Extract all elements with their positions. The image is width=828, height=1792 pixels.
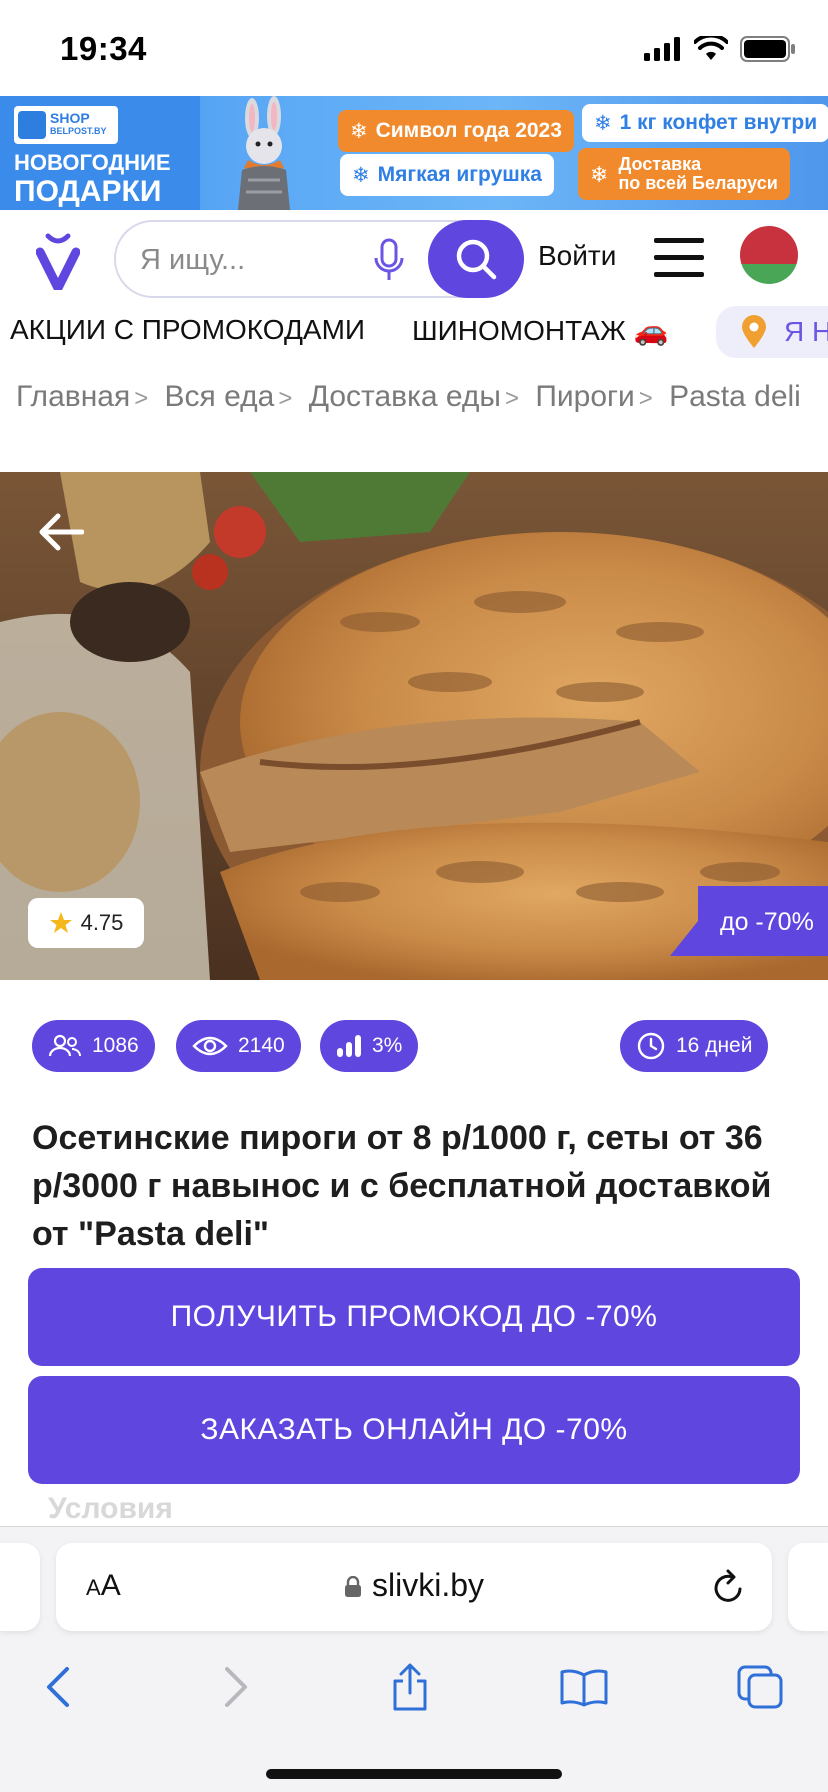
chevron-right-icon: > [504, 385, 519, 412]
breadcrumb-home[interactable]: Главная [16, 380, 130, 413]
next-tab-card[interactable] [788, 1543, 828, 1631]
address-bar[interactable]: AA slivki.by [56, 1543, 772, 1631]
wifi-icon [694, 36, 728, 60]
star-icon [49, 912, 72, 933]
discount-label: до -70% [720, 908, 814, 936]
breadcrumb-food-delivery[interactable]: Доставка еды [309, 380, 501, 413]
status-time: 19:34 [60, 30, 147, 67]
location-label: Я Н [784, 316, 828, 347]
location-pin-icon [742, 315, 766, 348]
offer-stats: 1086 2140 3% 16 дней [0, 1020, 828, 1074]
snowflake-icon: ❄ [352, 163, 370, 187]
breadcrumb-all-food[interactable]: Вся еда [165, 380, 275, 413]
days-left: 16 дней [676, 1034, 753, 1057]
tabs-button[interactable] [730, 1657, 790, 1717]
home-indicator[interactable] [266, 1769, 562, 1779]
search-input[interactable] [140, 240, 350, 280]
browser-nav-toolbar [0, 1657, 828, 1717]
banner-title-line2: ПОДАРКИ [14, 175, 162, 208]
promo-banner[interactable]: SHOP BELPOST.BY НОВОГОДНИЕ ПОДАРКИ ❄ Сим… [0, 96, 828, 210]
category-links: АКЦИИ С ПРОМОКОДАМИ ШИНОМОНТАЖ 🚗 Я Н [0, 306, 828, 362]
url-display[interactable]: slivki.by [56, 1567, 772, 1604]
previous-tab-card[interactable] [0, 1543, 40, 1631]
microphone-icon[interactable] [372, 238, 406, 282]
reload-icon[interactable] [710, 1567, 746, 1607]
chevron-right-icon [225, 1667, 247, 1707]
product-image: 4.75 до -70% [0, 472, 828, 980]
tag-delivery: ❄ Доставка по всей Беларуси [578, 148, 790, 200]
browser-toolbar: AA slivki.by [0, 1526, 828, 1792]
clock-icon [637, 1032, 665, 1060]
shop-belpost-logo: SHOP BELPOST.BY [14, 106, 118, 144]
status-icons [644, 36, 796, 62]
tag-delivery-line2: по всей Беларуси [618, 173, 778, 193]
conditions-heading: Условия [48, 1492, 173, 1525]
page: 19:34 SHOP BELPOST.BY НОВОГОДНИЕ ПОДАРКИ… [0, 0, 828, 1792]
snowflake-icon: ❄ [594, 111, 612, 135]
tag-candy: ❄ 1 кг конфет внутри [582, 104, 828, 142]
chevron-right-icon: > [278, 385, 293, 412]
search-button[interactable] [428, 220, 524, 298]
location-pill[interactable]: Я Н [716, 306, 828, 358]
category-promo-codes[interactable]: АКЦИИ С ПРОМОКОДАМИ [10, 314, 365, 346]
get-promo-code-button[interactable]: ПОЛУЧИТЬ ПРОМОКОД ДО -70% [28, 1268, 800, 1366]
tag-soft-toy: ❄ Мягкая игрушка [340, 154, 554, 196]
banner-left-panel: SHOP BELPOST.BY НОВОГОДНИЕ ПОДАРКИ [0, 96, 200, 210]
belarus-flag-icon[interactable] [740, 226, 798, 284]
site-header: Войти [0, 210, 828, 310]
views-count: 2140 [238, 1034, 285, 1057]
bookmarks-button[interactable] [554, 1657, 614, 1717]
breadcrumb: Главная > Вся еда > Доставка еды > Пироги > … [16, 376, 816, 420]
snowflake-icon: ❄ [590, 161, 609, 187]
chevron-right-icon: > [638, 385, 653, 412]
search-icon [456, 239, 497, 280]
order-online-button[interactable]: ЗАКАЗАТЬ ОНЛАЙН ДО -70% [28, 1376, 800, 1484]
login-link[interactable]: Войти [538, 240, 616, 272]
rating-value: 4.75 [80, 910, 124, 935]
breadcrumb-current: Pasta deli [669, 380, 801, 413]
share-icon [393, 1663, 427, 1711]
battery-icon [740, 36, 795, 62]
eye-icon [192, 1036, 228, 1056]
shop-logo-line2: BELPOST.BY [50, 126, 107, 136]
users-icon [48, 1034, 81, 1057]
chevron-right-icon: > [134, 385, 149, 412]
share-button[interactable] [380, 1657, 440, 1717]
views-count-chip: 2140 [176, 1020, 301, 1072]
book-icon [560, 1669, 608, 1707]
shop-logo-mark-icon [18, 111, 46, 139]
buyers-count: 1086 [92, 1034, 139, 1057]
bunny-toy-image [238, 96, 290, 210]
tag-delivery-line1: Доставка [618, 154, 702, 174]
forward-button[interactable] [206, 1657, 266, 1717]
lock-icon [344, 1576, 361, 1597]
back-arrow-icon[interactable] [36, 512, 84, 552]
banner-title: НОВОГОДНИЕ ПОДАРКИ [14, 150, 171, 208]
breadcrumb-pies[interactable]: Пироги [535, 380, 634, 413]
growth-chip: 3% [320, 1020, 419, 1072]
cellular-signal-icon [644, 37, 680, 61]
tabs-icon [737, 1665, 783, 1709]
banner-title-line1: НОВОГОДНИЕ [14, 150, 171, 175]
bar-chart-icon [337, 1035, 361, 1057]
snowflake-icon: ❄ [350, 119, 368, 143]
search-box [114, 220, 524, 298]
rating-badge: 4.75 [28, 898, 144, 948]
slivki-logo-icon[interactable] [36, 232, 80, 290]
shop-logo-line1: SHOP [50, 110, 90, 126]
chevron-left-icon [47, 1667, 69, 1707]
buyers-count-chip: 1086 [32, 1020, 155, 1072]
offer-title: Осетинские пироги от 8 р/1000 г, сеты от… [32, 1119, 772, 1253]
days-left-chip: 16 дней [620, 1020, 769, 1072]
growth-value: 3% [372, 1034, 403, 1057]
category-tire-service[interactable]: ШИНОМОНТАЖ 🚗 [412, 314, 668, 347]
back-button[interactable] [28, 1657, 88, 1717]
status-bar: 19:34 [0, 0, 828, 96]
url-text: slivki.by [371, 1567, 484, 1603]
menu-icon[interactable] [654, 236, 704, 280]
tag-symbol-of-year: ❄ Символ года 2023 [338, 110, 574, 152]
